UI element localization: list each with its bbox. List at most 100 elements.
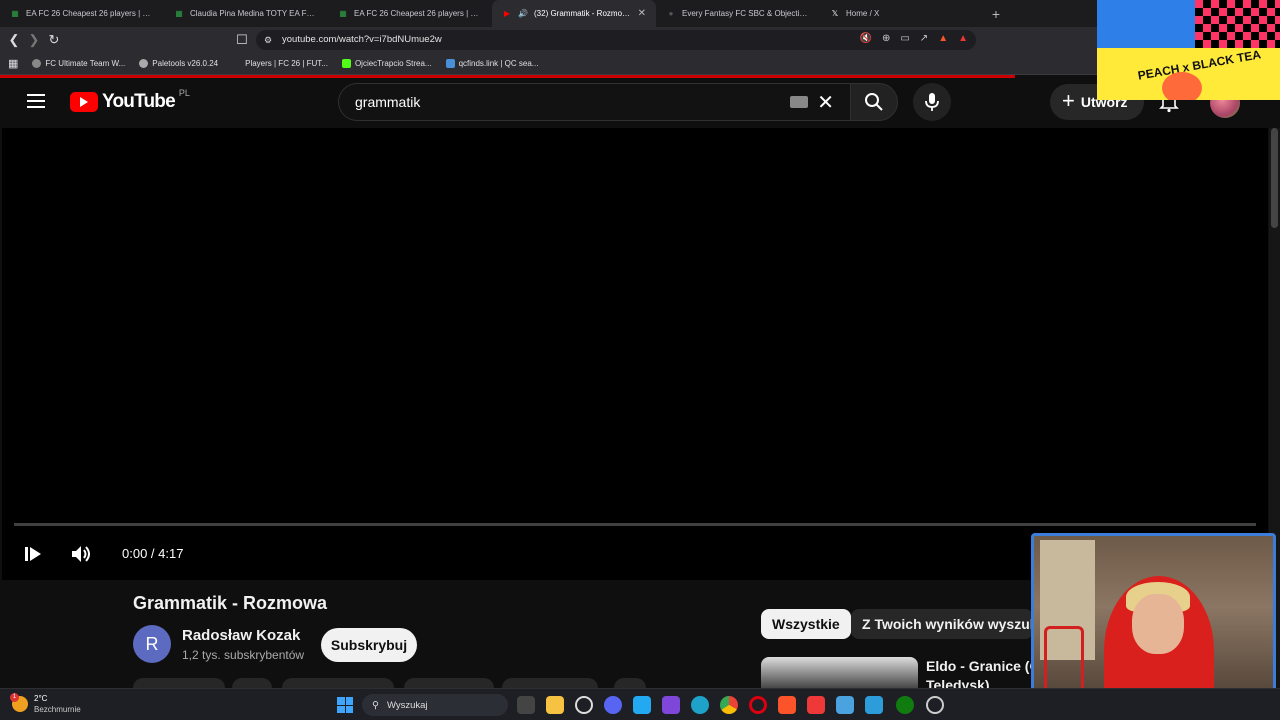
menu-icon[interactable] [27,94,45,108]
channel-avatar[interactable]: R [133,625,171,663]
futbin-icon: ▦ [339,9,347,18]
youtube-logo[interactable]: YouTube PL [70,88,190,113]
browser-tab-strip: ▦ EA FC 26 Cheapest 26 players | FUTBI ▦… [0,0,1280,27]
browser-tab[interactable]: ● Every Fantasy FC SBC & Objective Pla [656,0,820,27]
brave-icon[interactable] [778,696,796,714]
bookmark-icon[interactable]: ☐ [234,32,250,48]
weather-condition: Bezchmurnie [34,705,81,714]
mute-icon[interactable]: 🔇 [860,33,872,44]
new-tab-button[interactable]: + [984,0,1008,27]
zoom-icon[interactable]: ⊕ [882,33,890,44]
windows-start-icon[interactable] [337,697,353,713]
video-player[interactable] [2,128,1268,580]
share-button[interactable] [282,678,394,688]
task-view-icon[interactable] [517,696,535,714]
overlay-checker-decoration [1195,0,1280,48]
bookmarks-bar: ▦ FC Ultimate Team W... Paletools v26.0.… [0,53,1280,75]
vivaldi-icon[interactable] [807,696,825,714]
bookmark-item[interactable]: Paletools v26.0.24 [139,59,218,68]
address-toolbar: ❮ ❯ ↻ ☐ ⚙ youtube.com/watch?v=i7bdNUmue2… [0,27,1280,53]
chrome-icon[interactable] [720,696,738,714]
play-next-icon[interactable] [24,545,42,563]
browser-tab[interactable]: ▦ Claudia Pina Medina TOTY EA FC 26 [164,0,328,27]
recommendation-title[interactable]: Eldo - Granice (Ofi [926,658,1031,674]
bookmark-item[interactable]: qcfinds.link | QC sea... [445,59,538,68]
globe-icon [32,59,42,68]
browser-tab[interactable]: 𝕏 Home / X [820,0,984,27]
tab-title: Every Fantasy FC SBC & Objective Pla [682,9,810,18]
chip-all[interactable]: Wszystkie [761,609,851,639]
back-icon[interactable]: ❮ [6,32,22,48]
search-icon: ⚲ [372,699,379,711]
discord-icon[interactable] [604,696,622,714]
voice-search-button[interactable] [913,83,951,121]
bookmark-item[interactable]: FC Ultimate Team W... [32,59,125,68]
youtube-masthead: YouTube PL grammatik ✕ + Utwórz [0,78,1280,128]
chip-from-search[interactable]: Z Twoich wyników wyszukiwania [851,609,1033,639]
recommendation-thumbnail[interactable] [761,657,918,692]
plus-icon: + [1062,88,1075,113]
video-time: 0:00 / 4:17 [122,546,184,561]
subscribe-button[interactable]: Subskrybuj [321,628,417,662]
browser-tab-active[interactable]: ▶ 🔊 (32) Grammatik - Rozmowa - ✕ [492,0,656,27]
keyboard-icon[interactable] [790,96,808,108]
more-actions-button[interactable] [614,678,646,688]
brave-shield-icon[interactable]: ▲ [938,33,948,44]
subscriber-count: 1,2 tys. subskrybentów [182,648,305,662]
taskbar-search[interactable]: ⚲ Wyszukaj [362,694,508,716]
bookmark-item[interactable]: OjciecTrapcio Strea... [341,59,432,68]
globe-icon [139,59,149,68]
volume-icon[interactable] [70,543,94,565]
brave-rewards-icon[interactable]: ▲ [958,33,968,44]
file-explorer-icon[interactable] [546,696,564,714]
vscode-icon[interactable] [633,696,651,714]
url-text[interactable]: youtube.com/watch?v=i7bdNUmue2w [282,34,442,45]
recommendation-title-line2[interactable]: Teledysk) [926,677,1031,688]
site-info-icon[interactable]: ⚙ [260,32,276,48]
futbin-icon: ▦ [175,9,183,18]
dislike-button[interactable] [232,678,272,688]
browser-tab[interactable]: ▦ EA FC 26 Cheapest 26 players | FUTBI [328,0,492,27]
video-progress-bar[interactable] [14,523,1256,526]
xbox-icon[interactable] [896,696,914,714]
search-box[interactable]: grammatik ✕ [338,83,850,121]
forward-icon[interactable]: ❯ [26,32,42,48]
edge-icon[interactable] [691,696,709,714]
tab-title: Home / X [846,9,880,18]
browser-tab[interactable]: ▦ EA FC 26 Cheapest 26 players | FUTBI [0,0,164,27]
close-tab-icon[interactable]: ✕ [638,8,646,19]
youtube-icon: ▶ [503,9,511,18]
background-chair [1044,626,1084,696]
search-button[interactable] [850,83,898,121]
reload-icon[interactable]: ↻ [46,32,62,48]
tab-title: EA FC 26 Cheapest 26 players | FUTBI [354,9,482,18]
youtube-play-icon [70,92,98,112]
fc-icon: ● [668,9,674,18]
search-input[interactable]: grammatik [355,94,420,110]
save-button[interactable] [404,678,494,688]
weather-sun-icon: 1 [10,693,28,712]
tab-title: Claudia Pina Medina TOTY EA FC 26 [190,9,318,18]
futbin-icon: ▦ [11,9,19,18]
apps-icon[interactable]: ▦ [8,57,18,70]
channel-name[interactable]: Radosław Kozak [182,627,300,644]
url-bar[interactable]: ⚙ youtube.com/watch?v=i7bdNUmue2w 🔇 ⊕ ▭ … [256,30,976,50]
wise-icon[interactable] [865,696,883,714]
weather-widget[interactable]: 1 2°C Bezchmurnie [10,693,81,715]
cast-icon[interactable]: ▭ [900,33,909,44]
bookmark-item[interactable]: Players | FC 26 | FUT... [232,59,328,68]
settings-icon[interactable] [926,696,944,714]
video-title: Grammatik - Rozmowa [133,593,328,613]
photos-icon[interactable] [836,696,854,714]
like-button[interactable] [133,678,225,688]
opera-icon[interactable] [749,696,767,714]
share-icon[interactable]: ↗ [920,33,928,44]
download-button[interactable] [502,678,598,688]
clear-search-icon[interactable]: ✕ [817,90,834,115]
audio-playing-icon[interactable]: 🔊 [518,9,528,19]
microphone-icon [925,93,939,111]
app-icon[interactable] [662,696,680,714]
chatgpt-icon[interactable] [575,696,593,714]
streamer-face [1132,594,1184,654]
stream-overlay-banner: PEACH x BLACK TEA [1097,0,1280,100]
